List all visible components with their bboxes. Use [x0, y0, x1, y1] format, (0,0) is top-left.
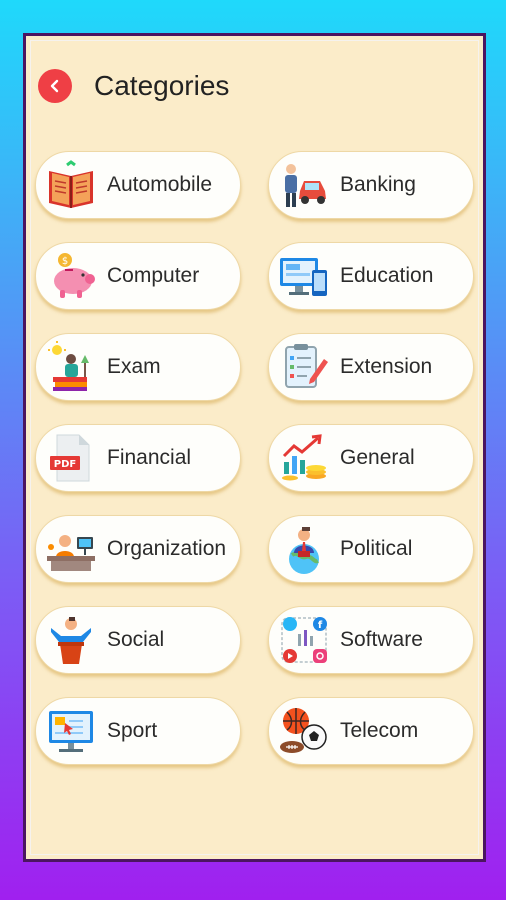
- category-telecom[interactable]: Telecom: [268, 697, 474, 765]
- category-extension[interactable]: Extension: [268, 333, 474, 401]
- category-financial[interactable]: PDF Financial: [35, 424, 241, 492]
- svg-text:PDF: PDF: [54, 459, 76, 470]
- growth-chart-icon: [282, 434, 326, 481]
- svg-text:f: f: [318, 620, 323, 631]
- sports-balls-icon: [280, 708, 327, 753]
- category-label: Organization: [107, 537, 227, 560]
- category-label: Banking: [340, 173, 416, 196]
- category-political[interactable]: Political: [268, 515, 474, 583]
- category-label: Software: [340, 628, 423, 651]
- category-education[interactable]: Education: [268, 242, 474, 310]
- category-label: Financial: [107, 446, 192, 469]
- category-label: General: [340, 446, 415, 469]
- pdf-icon: PDF: [50, 434, 90, 482]
- monitor-icon: [280, 258, 327, 296]
- presentation-board-icon: [49, 711, 93, 752]
- category-banking[interactable]: Banking: [268, 151, 474, 219]
- book-icon: [49, 160, 93, 208]
- category-label: Automobile: [107, 173, 213, 196]
- category-social[interactable]: Social: [35, 606, 241, 674]
- social-apps-icon: f: [281, 617, 327, 663]
- category-organization[interactable]: Organization: [35, 515, 241, 583]
- header: Categories: [26, 36, 483, 136]
- category-label: Exam: [107, 355, 161, 378]
- chevron-left-icon: [50, 79, 59, 93]
- category-label: Sport: [107, 719, 158, 742]
- category-label: Social: [107, 628, 165, 651]
- category-software[interactable]: f Software: [268, 606, 474, 674]
- study-icon: [48, 341, 89, 391]
- back-button[interactable]: [38, 69, 72, 103]
- category-computer[interactable]: $ Computer: [35, 242, 241, 310]
- category-label: Education: [340, 264, 434, 287]
- svg-text:$: $: [62, 256, 68, 267]
- category-label: Political: [340, 537, 413, 560]
- category-automobile[interactable]: Automobile: [35, 151, 241, 219]
- page-title: Categories: [94, 70, 230, 101]
- clipboard-pen-icon: [285, 344, 328, 388]
- car-person-icon: [285, 164, 326, 207]
- category-sport[interactable]: Sport: [35, 697, 241, 765]
- category-label: Telecom: [340, 719, 419, 742]
- category-exam[interactable]: Exam: [35, 333, 241, 401]
- app-frame: Categories Automobile Banking $ Computer…: [23, 33, 486, 862]
- speaker-podium-icon: [51, 617, 91, 664]
- globe-leader-icon: [289, 527, 319, 574]
- category-label: Computer: [107, 264, 200, 287]
- desk-worker-icon: [47, 535, 95, 571]
- category-label: Extension: [340, 355, 433, 378]
- category-general[interactable]: General: [268, 424, 474, 492]
- piggy-bank-icon: $: [54, 253, 95, 298]
